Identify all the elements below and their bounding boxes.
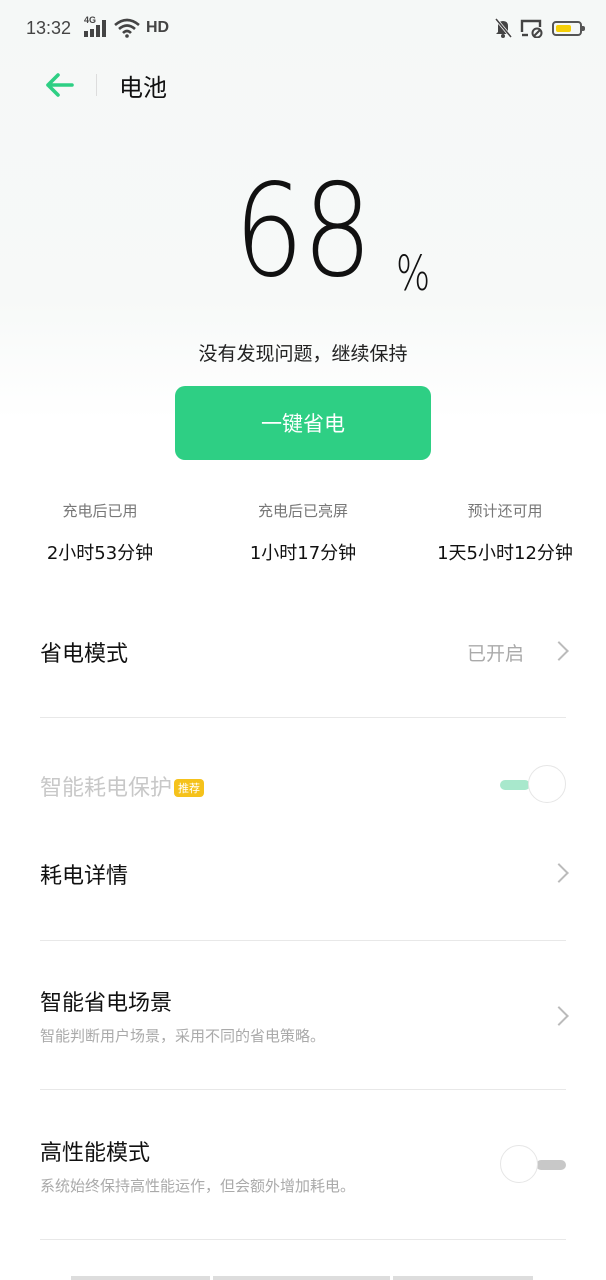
toggle-knob — [528, 765, 566, 803]
bottom-tab-1[interactable] — [71, 1276, 210, 1280]
wifi-icon — [114, 18, 140, 38]
network-type-label: 4G — [84, 15, 97, 25]
bottom-tab-2[interactable] — [213, 1276, 390, 1280]
stat-estimated-remaining: 预计还可用 1天5小时12分钟 — [405, 500, 605, 565]
smart-scenes-subtitle: 智能判断用户场景，采用不同的省电策略。 — [40, 1027, 326, 1045]
usage-details-row[interactable]: 耗电详情 — [40, 858, 569, 890]
high-performance-row: 高性能模式 系统始终保持高性能运作，但会额外增加耗电。 — [40, 1135, 566, 1197]
recommended-badge: 推荐 — [174, 778, 205, 797]
divider — [40, 717, 566, 718]
high-performance-subtitle: 系统始终保持高性能运作，但会额外增加耗电。 — [40, 1177, 356, 1195]
toggle-track — [500, 780, 530, 790]
battery-percentage: 68 — [234, 157, 372, 306]
divider — [40, 1089, 566, 1090]
divider — [40, 1239, 566, 1240]
bottom-tab-3[interactable] — [393, 1276, 533, 1280]
usage-details-title: 耗电详情 — [40, 864, 129, 889]
divider — [40, 940, 566, 941]
stat-label: 充电后已亮屏 — [257, 502, 348, 520]
high-performance-toggle[interactable] — [500, 1145, 566, 1185]
stat-label: 充电后已用 — [62, 502, 138, 520]
power-saving-mode-row[interactable]: 省电模式 已开启 — [40, 636, 569, 668]
percent-sign: % — [396, 246, 431, 302]
toggle-knob — [500, 1145, 538, 1183]
page-title: 电池 — [119, 74, 167, 102]
hd-voice-label: HD — [146, 19, 170, 36]
stat-screen-on-since-charge: 充电后已亮屏 1小时17分钟 — [203, 500, 403, 565]
smart-scenes-title: 智能省电场景 — [40, 991, 173, 1016]
mute-bell-icon — [494, 18, 512, 38]
status-right-icons — [494, 18, 585, 38]
header-divider — [96, 74, 97, 96]
smart-power-protection-title: 智能耗电保护 — [40, 776, 173, 801]
one-tap-power-save-button[interactable]: 一键省电 — [175, 386, 431, 460]
status-left-icons: 4G HD — [84, 15, 170, 38]
smart-scenes-row[interactable]: 智能省电场景 智能判断用户场景，采用不同的省电策略。 — [40, 985, 569, 1047]
stat-used-since-charge: 充电后已用 2小时53分钟 — [0, 500, 200, 565]
back-arrow-icon[interactable] — [42, 68, 76, 102]
stat-value: 1小时17分钟 — [249, 543, 357, 564]
stat-value: 1天5小时12分钟 — [437, 543, 573, 564]
stat-label: 预计还可用 — [467, 502, 543, 520]
stat-value: 2小时53分钟 — [46, 543, 154, 564]
high-performance-title: 高性能模式 — [40, 1141, 151, 1166]
signal-icon: 4G — [84, 15, 108, 37]
status-time: 13:32 — [26, 18, 72, 38]
smart-power-protection-row: 智能耗电保护 推荐 — [40, 765, 566, 806]
smart-power-protection-toggle[interactable] — [500, 765, 566, 805]
battery-icon — [552, 20, 585, 36]
power-saving-mode-status: 已开启 — [466, 643, 524, 665]
cast-blocked-icon — [520, 19, 543, 38]
toggle-track — [536, 1160, 566, 1170]
battery-status-message: 没有发现问题，继续保持 — [198, 343, 408, 365]
battery-fill — [556, 24, 571, 32]
